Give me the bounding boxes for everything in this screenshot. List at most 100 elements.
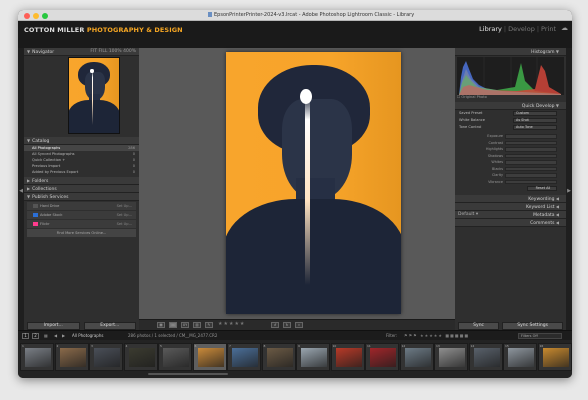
- histogram-header[interactable]: Histogram ▼: [455, 48, 566, 56]
- minimize-window-button[interactable]: [33, 13, 39, 19]
- filmstrip-thumbnail[interactable]: 2: [54, 343, 89, 371]
- metadata-header[interactable]: Default ▾ Metadata ◀: [455, 211, 566, 219]
- keyword-list-title: Keyword List: [525, 205, 555, 210]
- highlights-buttons[interactable]: [505, 147, 557, 152]
- navigator-zoom-options[interactable]: FIT FILL 100% 400%: [90, 48, 136, 56]
- metadata-title: Metadata: [533, 213, 555, 218]
- grid-view-icon[interactable]: ▦: [157, 322, 165, 328]
- filmstrip-thumbnail[interactable]: 3: [89, 343, 123, 371]
- module-develop[interactable]: Develop: [508, 25, 535, 33]
- expand-triangle-icon: ▶: [27, 178, 31, 183]
- saved-preset-dropdown[interactable]: Custom: [513, 111, 557, 116]
- folders-header[interactable]: ▶ Folders: [24, 177, 139, 185]
- loupe-view-icon[interactable]: ▭: [169, 322, 177, 328]
- original-photo-checkbox[interactable]: ☐ Original Photo: [457, 95, 487, 99]
- reset-all-button[interactable]: Reset All: [527, 186, 557, 191]
- contrast-buttons[interactable]: [505, 140, 557, 145]
- filmstrip-thumbnail[interactable]: 16: [537, 343, 572, 371]
- vibrance-buttons[interactable]: [505, 179, 557, 184]
- setup-button[interactable]: Set Up...: [117, 211, 132, 219]
- catalog-header[interactable]: ▼ Catalog: [24, 137, 139, 145]
- filmstrip-thumbnail[interactable]: 5: [158, 343, 192, 371]
- page-2-button[interactable]: 2: [32, 333, 39, 339]
- thumbnail-image: [232, 348, 258, 367]
- auto-tone-button[interactable]: Auto Tone: [513, 125, 557, 130]
- rating-stars[interactable]: ★★★★★: [218, 321, 245, 327]
- crop-icon[interactable]: ⌗: [295, 322, 303, 328]
- thumbnail-index: 2: [56, 344, 59, 348]
- zoom-400[interactable]: 400%: [123, 49, 136, 54]
- collapse-triangle-icon: ▼: [555, 49, 559, 54]
- zoom-window-button[interactable]: [42, 13, 48, 19]
- zoom-100[interactable]: 100%: [109, 49, 122, 54]
- filmstrip[interactable]: 12345678910111213141516 ▾: [18, 340, 572, 378]
- filmstrip-thumbnail[interactable]: 13: [434, 343, 468, 371]
- main-photo[interactable]: [226, 52, 401, 314]
- right-panel-toggle[interactable]: ▶: [566, 48, 572, 330]
- shadows-buttons[interactable]: [505, 153, 557, 158]
- thumbnail-index: 1: [22, 344, 24, 348]
- metadata-preset-dropdown[interactable]: Default ▾: [458, 211, 478, 219]
- histogram-graph[interactable]: [457, 57, 564, 95]
- filmstrip-scrollbar[interactable]: [148, 373, 228, 375]
- module-print[interactable]: Print: [541, 25, 556, 33]
- zoom-fit[interactable]: FIT: [90, 49, 97, 54]
- filters-off-dropdown[interactable]: Filters Off: [518, 333, 562, 339]
- blacks-buttons[interactable]: [505, 166, 557, 171]
- loupe-view[interactable]: [139, 48, 455, 319]
- service-hard-drive[interactable]: Hard Drive Set Up...: [27, 202, 136, 210]
- thumbnail-image: [25, 348, 51, 367]
- painter-icon[interactable]: ✎: [205, 322, 213, 328]
- quick-develop-section: Quick Develop ▼ Saved Preset Custom White…: [455, 102, 566, 227]
- identity-accent: PHOTOGRAPHY & DESIGN: [86, 26, 183, 34]
- creative-cloud-icon[interactable]: ☁: [561, 24, 568, 32]
- import-button[interactable]: Import...: [27, 322, 80, 330]
- service-label: Adobe Stock: [40, 213, 63, 217]
- navigator-header[interactable]: ▼ Navigator FIT FILL 100% 400%: [24, 48, 139, 56]
- catalog-item-previous-export[interactable]: Added by Previous Export 0: [24, 169, 139, 175]
- filmstrip-thumbnail[interactable]: 4: [123, 343, 158, 371]
- sync-button[interactable]: Sync: [458, 322, 500, 330]
- service-adobe-stock[interactable]: Adobe Stock Set Up...: [27, 211, 136, 219]
- white-balance-dropdown[interactable]: As Shot: [513, 118, 557, 123]
- filmstrip-thumbnail[interactable]: 8: [261, 343, 296, 371]
- filmstrip-thumbnail[interactable]: 1: [20, 343, 54, 371]
- survey-view-icon[interactable]: ▥: [193, 322, 201, 328]
- module-library[interactable]: Library: [479, 25, 502, 33]
- filmstrip-thumbnail[interactable]: 12: [399, 343, 434, 371]
- keywording-header[interactable]: Keywording ◀: [455, 195, 566, 203]
- zoom-fill[interactable]: FILL: [98, 49, 107, 54]
- sync-settings-button[interactable]: Sync Settings: [502, 322, 563, 330]
- find-more-services-button[interactable]: Find More Services Online...: [27, 229, 136, 237]
- filmstrip-thumbnail[interactable]: 10: [330, 343, 365, 371]
- page-1-button[interactable]: 1: [22, 333, 29, 339]
- collections-header[interactable]: ▶ Collections: [24, 185, 139, 193]
- publish-services-header[interactable]: ▼ Publish Services: [24, 193, 139, 201]
- collapse-triangle-icon: ▼: [555, 103, 559, 108]
- filmstrip-collapse-icon[interactable]: ▾: [293, 376, 295, 378]
- clarity-buttons[interactable]: [505, 173, 557, 178]
- navigator-preview[interactable]: [68, 57, 120, 134]
- filmstrip-thumbnail[interactable]: 7: [227, 343, 261, 371]
- exposure-buttons[interactable]: [505, 134, 557, 139]
- export-button[interactable]: Export...: [83, 322, 136, 330]
- service-flickr[interactable]: Flickr Set Up...: [27, 220, 136, 228]
- quick-develop-header[interactable]: Quick Develop ▼: [455, 102, 566, 110]
- rotate-right-icon[interactable]: ↻: [283, 322, 291, 328]
- thumbnail-image: [163, 348, 189, 367]
- rotate-left-icon[interactable]: ↺: [271, 322, 279, 328]
- setup-button[interactable]: Set Up...: [117, 220, 132, 228]
- filmstrip-thumbnail[interactable]: 9: [296, 343, 330, 371]
- close-window-button[interactable]: [24, 13, 30, 19]
- thumbnail-image: [197, 348, 224, 367]
- filmstrip-thumbnail[interactable]: 11: [365, 343, 399, 371]
- setup-button[interactable]: Set Up...: [117, 202, 132, 210]
- keyword-list-header[interactable]: Keyword List ◀: [455, 203, 566, 211]
- whites-buttons[interactable]: [505, 160, 557, 165]
- compare-view-icon[interactable]: XY: [181, 322, 189, 328]
- comments-header[interactable]: Comments ◀: [455, 219, 566, 227]
- catalog-item-count: 0: [132, 170, 135, 174]
- filmstrip-thumbnail[interactable]: 14: [468, 343, 503, 371]
- filmstrip-thumbnail[interactable]: 15: [503, 343, 537, 371]
- filmstrip-thumbnail[interactable]: 6: [192, 343, 227, 371]
